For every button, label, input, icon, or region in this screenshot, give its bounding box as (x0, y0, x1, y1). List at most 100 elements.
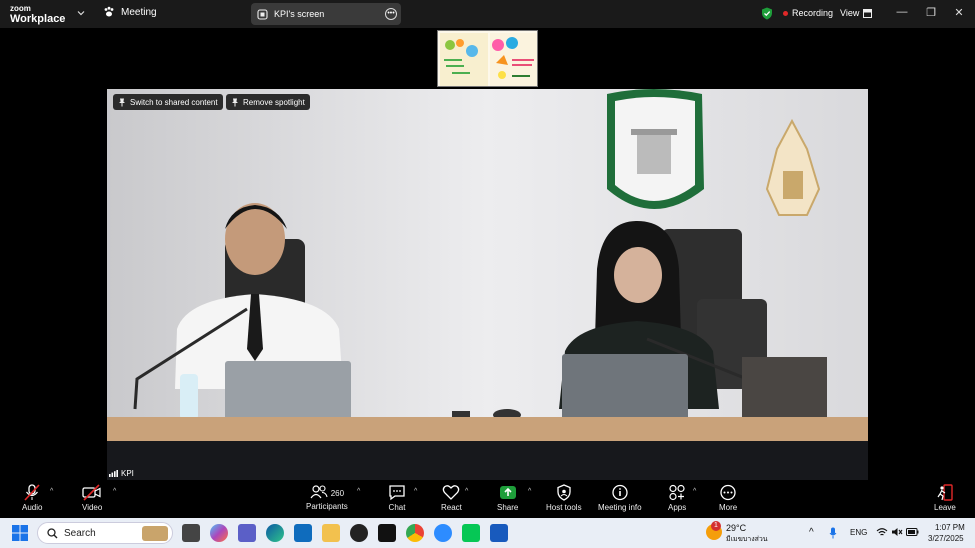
grid-view-icon (863, 8, 873, 18)
language-indicator[interactable]: ENG (850, 528, 867, 537)
zoom-window: zoom Workplace Meeting KPI's screen ••• … (0, 0, 975, 548)
meeting-toolbar: Audio ^ Video ^ 260 Participants ^ Chat … (0, 482, 975, 518)
switch-label: Switch to shared content (130, 97, 218, 107)
main-video[interactable] (107, 89, 868, 480)
participant-name: KPI (121, 469, 134, 478)
copilot-icon[interactable] (210, 524, 228, 542)
video-options-caret-icon[interactable]: ^ (113, 488, 116, 495)
sticky-notes-icon[interactable] (378, 524, 396, 542)
chevron-down-icon[interactable] (77, 9, 85, 17)
pin-icon (232, 98, 238, 106)
screen-share-icon (257, 8, 268, 20)
wifi-icon[interactable] (876, 527, 888, 537)
file-explorer-icon[interactable] (322, 524, 340, 542)
dell-icon[interactable] (350, 524, 368, 542)
word-icon[interactable] (490, 524, 508, 542)
video-label: Video (82, 503, 103, 512)
audio-options-caret-icon[interactable]: ^ (50, 488, 53, 495)
paw-icon (104, 6, 114, 17)
restore-icon[interactable]: ❐ (924, 6, 938, 19)
volume-muted-icon[interactable] (891, 527, 903, 537)
speaker-video-frame (107, 89, 868, 480)
more-options-icon[interactable]: ••• (385, 8, 397, 20)
shield-check-icon[interactable] (761, 7, 773, 20)
slide-preview-graphic (438, 31, 537, 86)
chat-label: Chat (388, 503, 406, 512)
apps-label: Apps (668, 503, 687, 512)
info-icon (612, 484, 628, 501)
edge-icon[interactable] (266, 524, 284, 542)
mic-tray-icon[interactable] (829, 527, 837, 539)
taskbar-search-box[interactable]: Search (37, 522, 173, 544)
weather-temp: 29°C (726, 523, 747, 533)
minimize-icon[interactable]: — (895, 6, 909, 18)
video-button[interactable]: Video (82, 484, 102, 512)
battery-icon[interactable] (906, 528, 919, 536)
recording-indicator[interactable]: Recording (783, 8, 833, 18)
participants-options-caret-icon[interactable]: ^ (357, 488, 360, 495)
recording-label: Recording (792, 8, 834, 18)
meeting-info-button[interactable]: Meeting info (598, 484, 642, 512)
outlook-icon[interactable] (294, 524, 312, 542)
zoom-logo[interactable]: zoom Workplace (10, 4, 66, 25)
pin-icon (119, 98, 125, 106)
heart-icon (443, 485, 460, 500)
shared-screen-tab[interactable]: KPI's screen ••• (251, 3, 401, 25)
apps-icon (669, 484, 685, 501)
participants-count: 260 (330, 488, 345, 498)
title-bar: zoom Workplace Meeting KPI's screen ••• … (0, 0, 975, 28)
host-tools-label: Host tools (546, 503, 582, 512)
share-label: Share (497, 503, 519, 512)
participants-label: Participants (306, 502, 348, 511)
task-view-icon[interactable] (182, 524, 200, 542)
chat-options-caret-icon[interactable]: ^ (414, 488, 417, 495)
participants-button[interactable]: 260 Participants (306, 484, 348, 511)
react-button[interactable]: React (441, 484, 462, 512)
react-options-caret-icon[interactable]: ^ (465, 488, 468, 495)
leave-label: Leave (934, 503, 956, 512)
view-button[interactable]: View (840, 8, 873, 18)
host-tools-button[interactable]: Host tools (546, 484, 582, 512)
meeting-button[interactable]: Meeting (103, 6, 157, 18)
clock-time[interactable]: 1:07 PM (935, 523, 965, 532)
signal-bars-icon (109, 470, 118, 477)
close-icon[interactable]: ✕ (952, 6, 966, 19)
camera-off-icon (82, 484, 101, 501)
audio-label: Audio (22, 503, 43, 512)
apps-options-caret-icon[interactable]: ^ (693, 488, 696, 495)
meeting-label: Meeting (121, 6, 157, 18)
apps-button[interactable]: Apps (668, 484, 686, 512)
chat-button[interactable]: Chat (388, 484, 406, 512)
more-label: More (719, 503, 738, 512)
show-hidden-icons-icon[interactable]: ^ (809, 527, 814, 538)
zoom-taskbar-icon[interactable] (434, 524, 452, 542)
leave-button[interactable]: Leave (934, 484, 956, 512)
remove-spotlight-button[interactable]: Remove spotlight (226, 94, 310, 110)
participant-name-tag: KPI (109, 469, 134, 478)
share-button[interactable]: Share (497, 484, 518, 512)
share-options-caret-icon[interactable]: ^ (528, 488, 531, 495)
line-icon[interactable] (462, 524, 480, 542)
record-dot-icon (783, 10, 788, 16)
view-label: View (840, 8, 860, 18)
chat-bubble-icon (389, 485, 405, 501)
weather-desc: มีเมฆบางส่วน (726, 536, 768, 543)
shared-content-thumbnail[interactable] (437, 30, 538, 87)
participants-icon (310, 485, 328, 499)
host-shield-icon (557, 484, 571, 501)
clock-date[interactable]: 3/27/2025 (928, 534, 964, 543)
react-label: React (441, 503, 462, 512)
search-icon (47, 527, 58, 538)
weather-badge: 1 (711, 521, 721, 531)
more-button[interactable]: More (719, 484, 737, 512)
windows-start-icon[interactable] (12, 525, 28, 541)
logo-line2: Workplace (10, 13, 66, 25)
switch-to-shared-content-button[interactable]: Switch to shared content (113, 94, 223, 110)
teams-icon[interactable] (238, 524, 256, 542)
chrome-icon[interactable] (406, 524, 424, 542)
share-screen-icon (499, 486, 516, 499)
leave-door-icon (937, 484, 953, 501)
meeting-info-label: Meeting info (598, 503, 642, 512)
audio-button[interactable]: Audio (22, 484, 42, 512)
more-dots-icon (720, 484, 736, 501)
